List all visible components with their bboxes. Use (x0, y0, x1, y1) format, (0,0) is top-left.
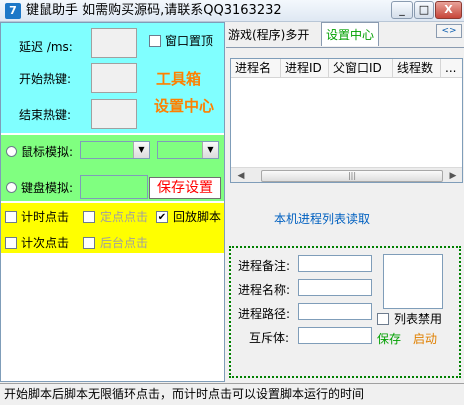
process-name-input[interactable] (298, 279, 372, 296)
process-config-group: 进程备注: 进程名称: 进程路径: 互斥体: 列表禁用 保存 启动 (229, 246, 461, 378)
start-hotkey-label: 开始热键: (19, 72, 72, 86)
status-bar: 开始脚本后脚本无限循环点击，而计时点击可以设置脚本运行的时间 (0, 383, 464, 405)
tab-game-multi-open[interactable]: 游戏(程序)多开 (226, 24, 311, 46)
mouse-sim-label: 鼠标模拟: (21, 145, 74, 159)
save-settings-button[interactable]: 保存设置 (149, 177, 221, 199)
process-remark-label: 进程备注: (238, 259, 291, 273)
settings-center-title: 设置中心 (154, 97, 215, 115)
mutex-label: 互斥体: (249, 331, 290, 345)
status-text: 开始脚本后脚本无限循环点击，而计时点击可以设置脚本运行的时间 (4, 387, 365, 401)
fixed-point-click-checkbox[interactable] (83, 211, 95, 223)
mutex-input[interactable] (298, 327, 372, 344)
column-more[interactable]: ... (441, 59, 462, 78)
left-panel: 延迟 /ms: 窗口置顶 开始热键: 工具箱 设置中心 结束热键: 鼠标模拟: … (0, 22, 225, 382)
topmost-checkbox[interactable] (149, 35, 161, 47)
save-process-button[interactable]: 保存 (377, 330, 401, 347)
background-click-label: 后台点击 (100, 236, 149, 250)
app-icon: 7 (5, 3, 21, 19)
close-button[interactable]: X (435, 1, 462, 19)
disable-list-checkbox[interactable] (377, 313, 389, 325)
read-process-list-link[interactable]: 本机进程列表读取 (274, 210, 370, 227)
tab-scroll-arrows[interactable]: <> (436, 24, 462, 38)
mouse-sim-radio[interactable] (6, 146, 17, 157)
minimize-button[interactable]: _ (391, 1, 413, 19)
horizontal-scrollbar[interactable]: ◀ ||| ▶ (231, 167, 462, 182)
mouse-button-select[interactable]: ▼ (157, 141, 219, 159)
tab-bar: 游戏(程序)多开 设置中心 <> (226, 22, 464, 48)
topmost-label: 窗口置顶 (165, 34, 214, 48)
end-hotkey-input[interactable] (91, 99, 137, 129)
delay-label: 延迟 /ms: (19, 40, 73, 54)
chevron-down-icon: ▼ (133, 142, 149, 158)
delay-input[interactable] (91, 28, 137, 58)
simulation-section: 鼠标模拟: ▼ ▼ 键盘模拟: 保存设置 (1, 133, 224, 203)
hotkey-section: 延迟 /ms: 窗口置顶 开始热键: 工具箱 设置中心 结束热键: (1, 23, 224, 133)
keyboard-sim-radio[interactable] (6, 182, 17, 193)
disable-list-label: 列表禁用 (394, 312, 443, 326)
process-path-input[interactable] (298, 303, 372, 320)
fixed-point-click-label: 定点点击 (100, 210, 149, 224)
process-list-header: 进程名 进程ID 父窗口ID 线程数 ... (231, 59, 462, 78)
start-process-button[interactable]: 启动 (413, 330, 437, 347)
right-panel: 进程名 进程ID 父窗口ID 线程数 ... ◀ ||| ▶ 本机进程列表读取 … (226, 47, 464, 382)
scroll-right-icon[interactable]: ▶ (445, 168, 461, 182)
column-parent-window-id[interactable]: 父窗口ID (329, 59, 393, 78)
count-click-label: 计次点击 (21, 236, 70, 250)
maximize-button[interactable]: □ (414, 1, 434, 19)
timed-click-label: 计时点击 (21, 210, 70, 224)
count-click-checkbox[interactable] (5, 237, 17, 249)
keyboard-sim-label: 键盘模拟: (21, 181, 74, 195)
chevron-down-icon: ▼ (202, 142, 218, 158)
background-click-checkbox[interactable] (83, 237, 95, 249)
column-process-name[interactable]: 进程名 (231, 59, 281, 78)
process-name-label: 进程名称: (238, 283, 291, 297)
scroll-left-icon[interactable]: ◀ (233, 168, 249, 182)
scrollbar-thumb[interactable]: ||| (261, 170, 443, 182)
click-mode-section: 计时点击 定点点击 ✔ 回放脚本 计次点击 后台点击 (1, 203, 224, 253)
process-path-label: 进程路径: (238, 307, 291, 321)
keyboard-sim-input[interactable] (80, 175, 148, 199)
column-process-id[interactable]: 进程ID (281, 59, 329, 78)
column-thread-count[interactable]: 线程数 (393, 59, 441, 78)
tab-settings-center[interactable]: 设置中心 (321, 22, 380, 46)
playback-script-label: 回放脚本 (173, 210, 222, 224)
window-title: 键鼠助手 如需购买源码,请联系QQ3163232 (26, 3, 282, 18)
process-remark-input[interactable] (298, 255, 372, 272)
end-hotkey-label: 结束热键: (19, 108, 72, 122)
process-list[interactable]: 进程名 进程ID 父窗口ID 线程数 ... ◀ ||| ▶ (230, 58, 463, 183)
title-bar[interactable]: 7 键鼠助手 如需购买源码,请联系QQ3163232 _ □ X (0, 0, 464, 22)
playback-script-checkbox[interactable]: ✔ (156, 211, 168, 223)
timed-click-checkbox[interactable] (5, 211, 17, 223)
start-hotkey-input[interactable] (91, 63, 137, 93)
mouse-sim-select[interactable]: ▼ (80, 141, 150, 159)
toolbox-title: 工具箱 (156, 70, 202, 88)
process-preview-box (383, 254, 443, 309)
